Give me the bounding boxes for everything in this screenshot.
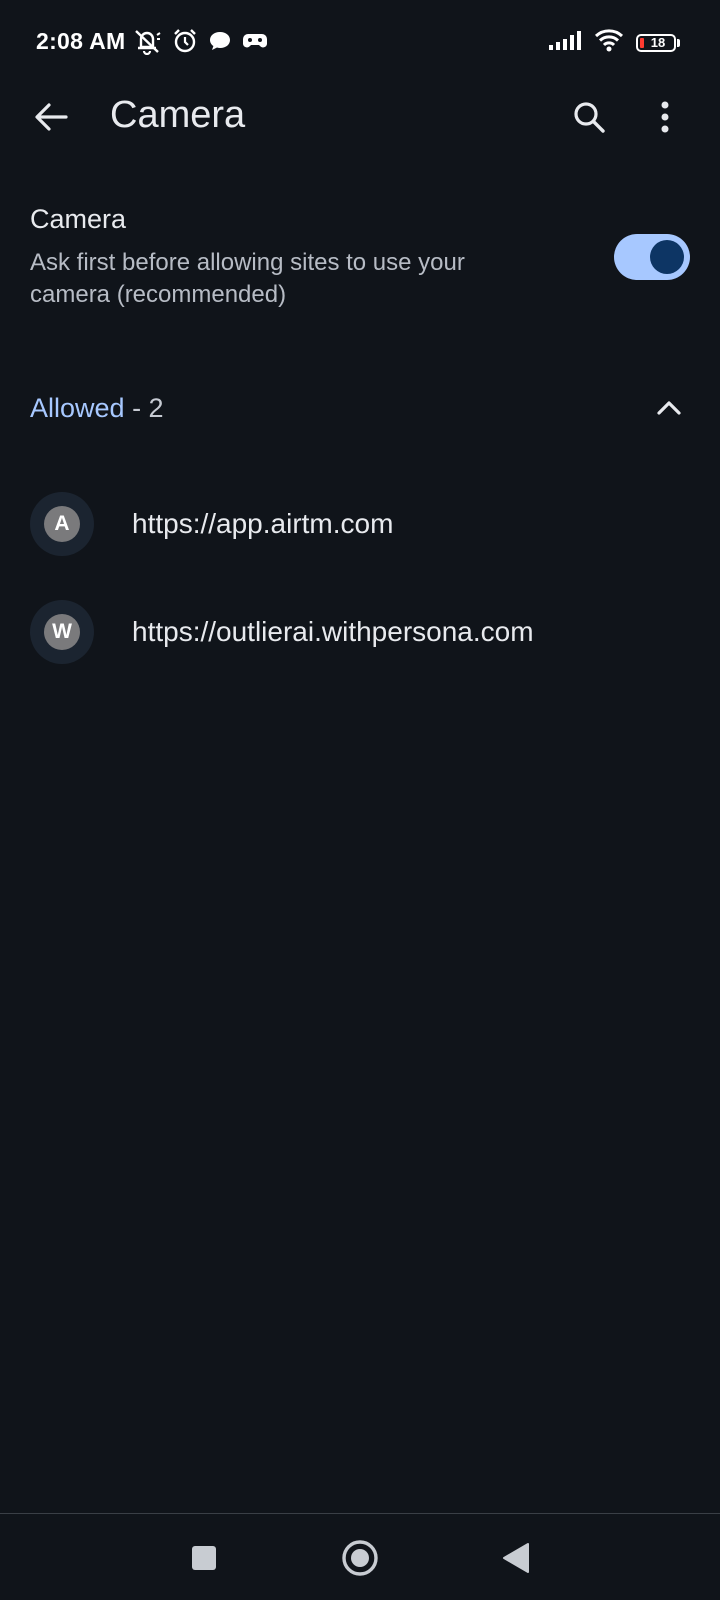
site-avatar: W	[44, 614, 80, 650]
chevron-up-icon	[657, 401, 681, 415]
battery-icon: 18	[636, 33, 680, 52]
more-options-button[interactable]	[644, 96, 686, 138]
recents-button[interactable]	[182, 1536, 226, 1580]
battery-tip	[677, 38, 680, 47]
site-avatar: A	[44, 506, 80, 542]
setting-description: Ask first before allowing sites to use y…	[30, 249, 465, 308]
alarm-icon	[172, 28, 198, 59]
collapse-button[interactable]	[648, 387, 690, 429]
site-list: A https://app.airtm.com W https://outlie…	[0, 470, 720, 686]
search-button[interactable]	[568, 96, 610, 138]
battery-level: 18	[650, 35, 666, 50]
site-favicon-bg: A	[30, 492, 94, 556]
home-icon	[342, 1540, 378, 1576]
chat-bubble-icon	[208, 29, 232, 58]
back-button[interactable]	[30, 96, 72, 138]
arrow-back-icon	[35, 103, 68, 131]
site-url: https://outlierai.withpersona.com	[132, 616, 534, 647]
site-favicon-bg: W	[30, 600, 94, 664]
recents-icon	[192, 1546, 216, 1570]
game-controller-icon	[242, 30, 268, 57]
search-icon	[574, 102, 605, 133]
status-icons-right: 18	[548, 28, 680, 57]
status-bar: 2:08 AM 18	[0, 0, 720, 86]
allowed-section-header[interactable]: Allowed - 2	[30, 380, 690, 436]
system-nav-bar	[0, 1514, 720, 1600]
home-button[interactable]	[338, 1536, 382, 1580]
toggle-knob	[650, 240, 684, 274]
list-item[interactable]: A https://app.airtm.com	[0, 470, 720, 578]
section-count: - 2	[124, 393, 164, 423]
section-label: Allowed	[30, 393, 125, 423]
signal-icon	[548, 29, 582, 56]
list-item[interactable]: W https://outlierai.withpersona.com	[0, 578, 720, 686]
mute-icon	[132, 27, 162, 60]
status-time: 2:08 AM	[36, 28, 126, 54]
site-url: https://app.airtm.com	[132, 508, 394, 539]
camera-toggle[interactable]	[614, 234, 690, 280]
back-nav-button[interactable]	[494, 1536, 538, 1580]
back-nav-icon	[503, 1543, 529, 1573]
app-bar: Camera	[0, 86, 720, 148]
setting-title: Camera	[30, 204, 127, 234]
status-icons-left	[132, 27, 268, 60]
camera-setting-row[interactable]: Camera Ask first before allowing sites t…	[30, 196, 690, 326]
wifi-icon	[594, 28, 624, 57]
battery-body: 18	[636, 33, 676, 52]
more-vert-icon	[661, 101, 669, 133]
page-title: Camera	[110, 94, 246, 136]
